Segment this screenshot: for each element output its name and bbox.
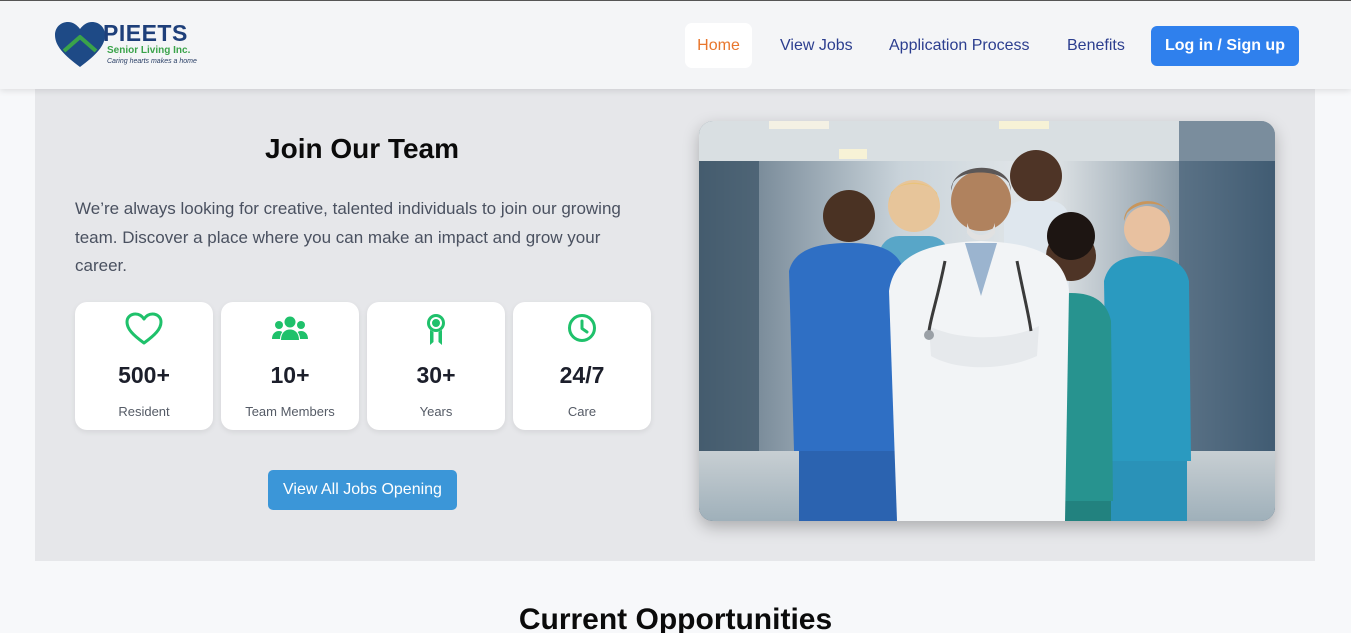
stat-value: 30+ [416,362,456,388]
site-header: PIEETS Senior Living Inc. Caring hearts … [0,0,1351,89]
stat-label: Years [419,404,453,419]
award-icon [427,314,445,345]
team-photo [699,121,1275,521]
current-opportunities-title: Current Opportunities [518,603,833,633]
logo-tagline: Caring hearts makes a home [107,58,197,65]
logo-brand: PIEETS [103,20,188,46]
login-signup-button[interactable]: Log in / Sign up [1151,26,1299,66]
stat-label: Team Members [245,404,335,419]
site-logo[interactable]: PIEETS Senior Living Inc. Caring hearts … [54,21,204,71]
stat-card-residents: 500+ Resident [75,302,213,430]
logo-subtitle: Senior Living Inc. [107,45,191,56]
team-photo-illustration [699,121,1275,521]
stat-card-years: 30+ Years [367,302,505,430]
heart-house-logo-icon [55,22,105,67]
stat-value: 24/7 [559,362,605,388]
users-icon [272,316,308,340]
stat-value: 500+ [118,362,170,388]
stat-label: Care [567,404,597,419]
stat-card-care: 24/7 Care [513,302,651,430]
nav-home[interactable]: Home [685,23,752,68]
nav-benefits[interactable]: Benefits [1067,23,1125,68]
nav-application-process[interactable]: Application Process [889,23,1030,68]
stat-label: Resident [118,404,170,419]
hero-section: Join Our Team We’re always looking for c… [35,89,1315,561]
hero-description: We’re always looking for creative, talen… [75,199,621,275]
clock-icon [568,314,596,342]
stat-card-team-members: 10+ Team Members [221,302,359,430]
nav-view-jobs[interactable]: View Jobs [780,23,853,68]
view-all-jobs-button[interactable]: View All Jobs Opening [268,470,457,510]
stats-grid: 500+ Resident 10+ Team Members 30+ Years… [75,302,655,430]
stat-value: 10+ [270,362,310,388]
hero-title: Join Our Team [265,133,459,164]
heart-icon [125,312,163,345]
